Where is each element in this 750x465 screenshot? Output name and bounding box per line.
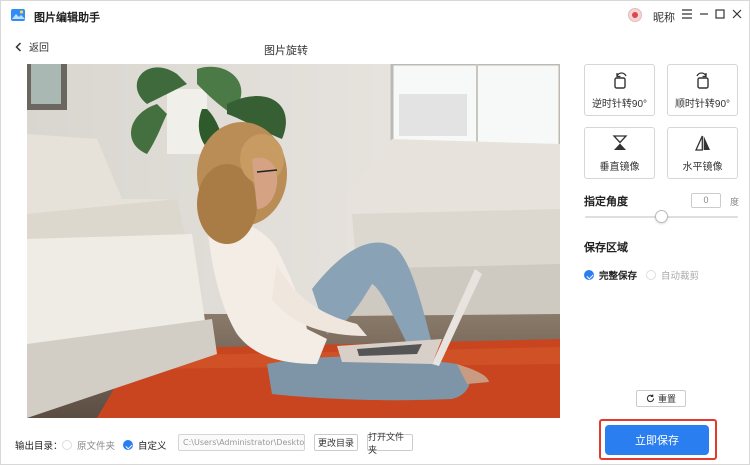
save-auto-crop-label: 自动裁剪 xyxy=(661,271,700,282)
photo-illustration xyxy=(27,64,560,418)
angle-label: 指定角度 xyxy=(584,196,628,208)
flip-horizontal-icon xyxy=(694,135,710,151)
radio-unchecked-icon xyxy=(62,440,72,450)
rotate-cw-label: 顺时针转90° xyxy=(674,99,731,110)
flip-vertical-label: 垂直镜像 xyxy=(599,162,640,173)
image-preview xyxy=(27,64,560,418)
flip-horizontal-label: 水平镜像 xyxy=(682,162,723,173)
original-folder-label: 原文件夹 xyxy=(77,441,116,452)
avatar[interactable] xyxy=(628,8,642,22)
app-title: 图片编辑助手 xyxy=(34,12,100,24)
rotate-ccw-button[interactable]: 逆时针转90° xyxy=(584,64,655,116)
app-logo-icon xyxy=(11,9,25,21)
page-title: 图片旋转 xyxy=(264,45,308,57)
flip-horizontal-button[interactable]: 水平镜像 xyxy=(667,127,738,179)
rotate-cw-icon xyxy=(695,72,709,89)
custom-folder-radio[interactable]: 自定义 xyxy=(123,438,167,452)
nickname[interactable]: 昵称 xyxy=(653,9,675,25)
minimize-icon[interactable] xyxy=(697,7,711,21)
reset-label: 重置 xyxy=(657,394,676,404)
reset-button[interactable]: 重置 xyxy=(636,390,686,407)
angle-slider-thumb[interactable] xyxy=(655,210,668,223)
close-icon[interactable] xyxy=(730,7,744,21)
menu-icon[interactable] xyxy=(680,7,694,21)
save-now-button[interactable]: 立即保存 xyxy=(605,425,709,455)
title-bar: 图片编辑助手 昵称 xyxy=(1,1,750,29)
app-window: 图片编辑助手 昵称 返回 图片旋转 逆时针转90° 顺时针转90° 垂直镜像 水… xyxy=(0,0,750,465)
rotate-ccw-icon xyxy=(613,72,627,89)
change-dir-button[interactable]: 更改目录 xyxy=(314,434,358,451)
flip-vertical-button[interactable]: 垂直镜像 xyxy=(584,127,655,179)
save-full-label: 完整保存 xyxy=(599,271,638,282)
radio-unchecked-icon xyxy=(646,270,656,280)
angle-unit: 度 xyxy=(730,197,740,207)
maximize-icon[interactable] xyxy=(713,7,727,21)
rotate-cw-button[interactable]: 顺时针转90° xyxy=(667,64,738,116)
refresh-icon xyxy=(646,394,655,403)
save-full-radio[interactable]: 完整保存 xyxy=(584,268,637,282)
radio-checked-icon xyxy=(123,440,133,450)
output-dir-label: 输出目录： xyxy=(15,441,63,452)
open-folder-button[interactable]: 打开文件夹 xyxy=(367,432,413,455)
original-folder-radio[interactable]: 原文件夹 xyxy=(62,438,115,452)
rotate-ccw-label: 逆时针转90° xyxy=(591,99,648,110)
custom-folder-label: 自定义 xyxy=(138,441,167,452)
flip-vertical-icon xyxy=(612,135,627,150)
radio-checked-icon xyxy=(584,270,594,280)
save-auto-crop-radio[interactable]: 自动裁剪 xyxy=(646,268,699,282)
save-area-label: 保存区域 xyxy=(584,242,628,254)
angle-input[interactable]: 0 xyxy=(691,193,721,208)
output-path-field[interactable]: C:\Users\Administrator\Desktop\图 xyxy=(178,434,305,451)
